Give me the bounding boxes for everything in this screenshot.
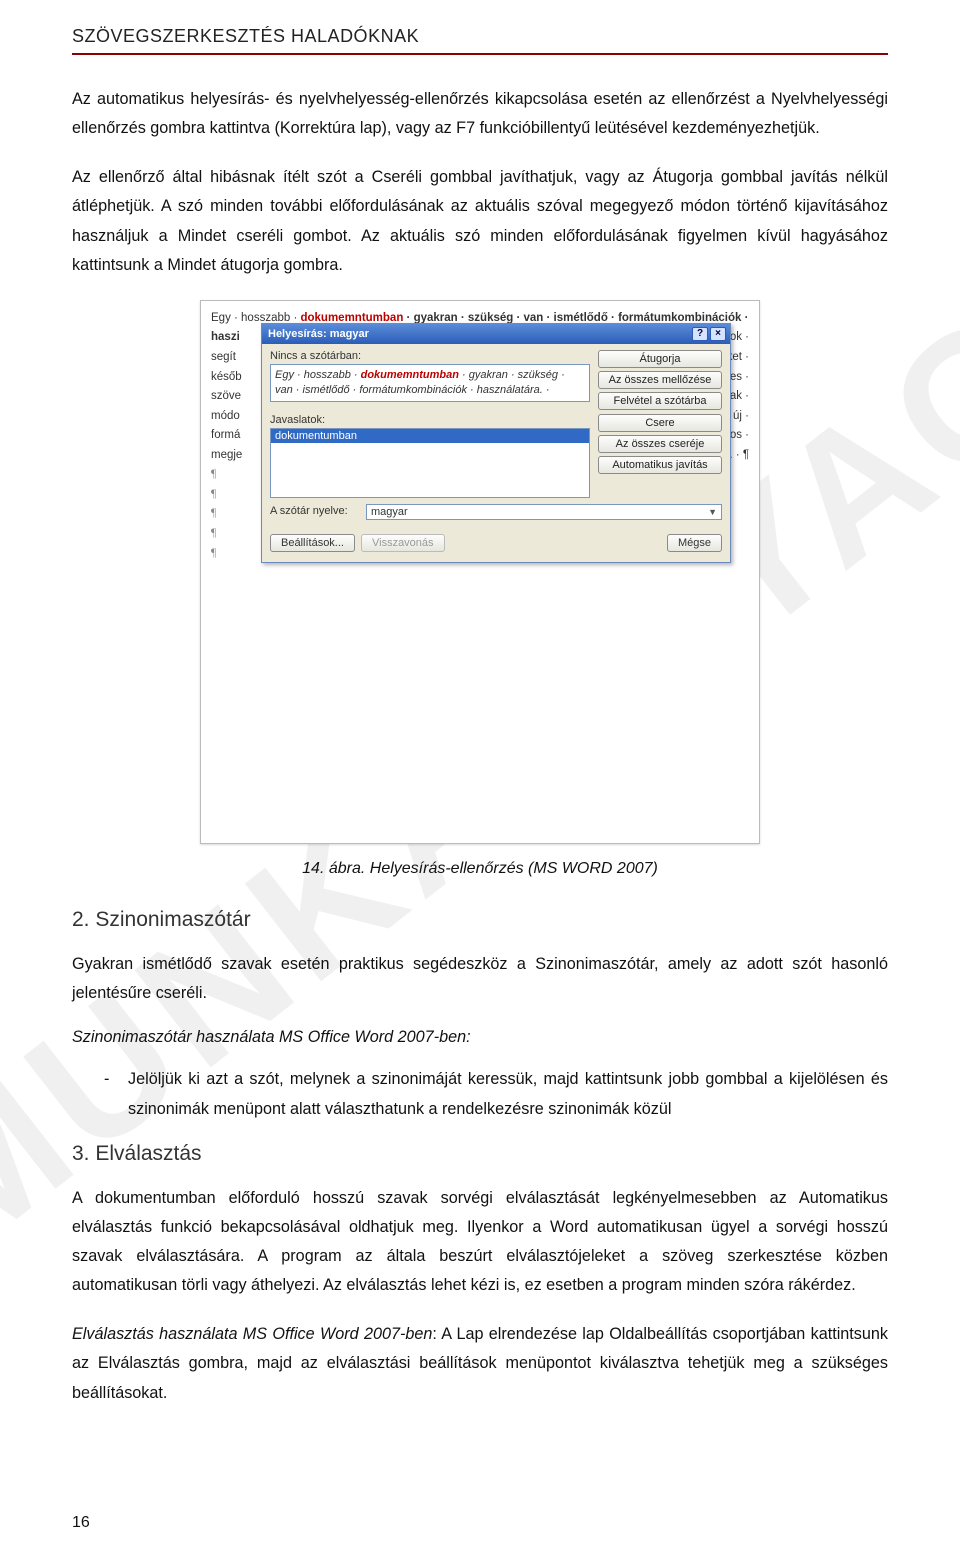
section-3-italic-prefix: Elválasztás használata MS Office Word 20… — [72, 1325, 432, 1343]
sentence-pre: Egy · hosszabb · — [275, 369, 361, 381]
figure-screenshot: Egy · hosszabb · dokumemntumban · gyakra… — [72, 300, 888, 844]
paragraph-2: Az ellenőrző által hibásnak ítélt szót a… — [72, 163, 888, 280]
undo-button[interactable]: Visszavonás — [361, 534, 445, 552]
bg-left-0: haszi — [211, 331, 240, 343]
dictionary-language-value: magyar — [371, 506, 408, 518]
paragraph-1: Az automatikus helyesírás- és nyelvhelye… — [72, 85, 888, 143]
dictionary-language-label: A szótár nyelve: — [270, 505, 360, 517]
section-2-heading: 2. Szinonimaszótár — [72, 908, 888, 932]
section-3-paragraph-2: Elválasztás használata MS Office Word 20… — [72, 1320, 888, 1407]
section-2-list: Jelöljük ki azt a szót, melynek a szinon… — [72, 1065, 888, 1123]
section-2-paragraph: Gyakran ismétlődő szavak esetén praktiku… — [72, 950, 888, 1008]
not-in-dictionary-label: Nincs a szótárban: — [270, 350, 590, 362]
running-header: SZÖVEGSZERKESZTÉS HALADÓKNAK — [72, 26, 888, 55]
options-button[interactable]: Beállítások... — [270, 534, 355, 552]
add-to-dictionary-button[interactable]: Felvétel a szótárba — [598, 392, 722, 410]
bg-left-2: későb — [211, 368, 263, 388]
page: SZÖVEGSZERKESZTÉS HALADÓKNAK Az automati… — [0, 0, 960, 1468]
bg-left-3: szöve — [211, 387, 263, 407]
suggestion-item-selected[interactable]: dokumentumban — [271, 429, 589, 443]
figure-caption: 14. ábra. Helyesírás-ellenőrzés (MS WORD… — [72, 860, 888, 878]
word-window: Egy · hosszabb · dokumemntumban · gyakra… — [200, 300, 760, 844]
cancel-button[interactable]: Mégse — [667, 534, 722, 552]
dialog-title: Helyesírás: magyar — [268, 328, 369, 340]
spelling-dialog: Helyesírás: magyar ? × Nincs a szótárban… — [261, 323, 731, 563]
suggestions-listbox[interactable]: dokumentumban — [270, 428, 590, 498]
ignore-all-button[interactable]: Az összes mellőzése — [598, 371, 722, 389]
not-in-dictionary-textbox[interactable]: Egy · hosszabb · dokumemntumban · gyakra… — [270, 364, 590, 402]
suggestions-label: Javaslatok: — [270, 414, 590, 426]
chevron-down-icon: ▼ — [708, 507, 717, 517]
close-button[interactable]: × — [710, 327, 726, 341]
autocorrect-button[interactable]: Automatikus javítás — [598, 456, 722, 474]
misspelled-word: dokumemntumban — [361, 369, 459, 381]
change-all-button[interactable]: Az összes cseréje — [598, 435, 722, 453]
list-item: Jelöljük ki azt a szót, melynek a szinon… — [128, 1065, 888, 1123]
bg-left-1: segít — [211, 348, 263, 368]
bg-left-4: módo — [211, 407, 263, 427]
help-button[interactable]: ? — [692, 327, 708, 341]
section-3-heading: 3. Elválasztás — [72, 1142, 888, 1166]
bg-left-6: megje — [211, 446, 263, 466]
dialog-titlebar[interactable]: Helyesírás: magyar ? × — [262, 324, 730, 344]
change-button[interactable]: Csere — [598, 414, 722, 432]
section-2-subheading: Szinonimaszótár használata MS Office Wor… — [72, 1028, 888, 1047]
bg-left-5: formá — [211, 426, 263, 446]
section-3-paragraph-1: A dokumentumban előforduló hosszú szavak… — [72, 1184, 888, 1301]
dictionary-language-select[interactable]: magyar ▼ — [366, 504, 722, 520]
ignore-button[interactable]: Átugorja — [598, 350, 722, 368]
page-number: 16 — [72, 1514, 90, 1532]
